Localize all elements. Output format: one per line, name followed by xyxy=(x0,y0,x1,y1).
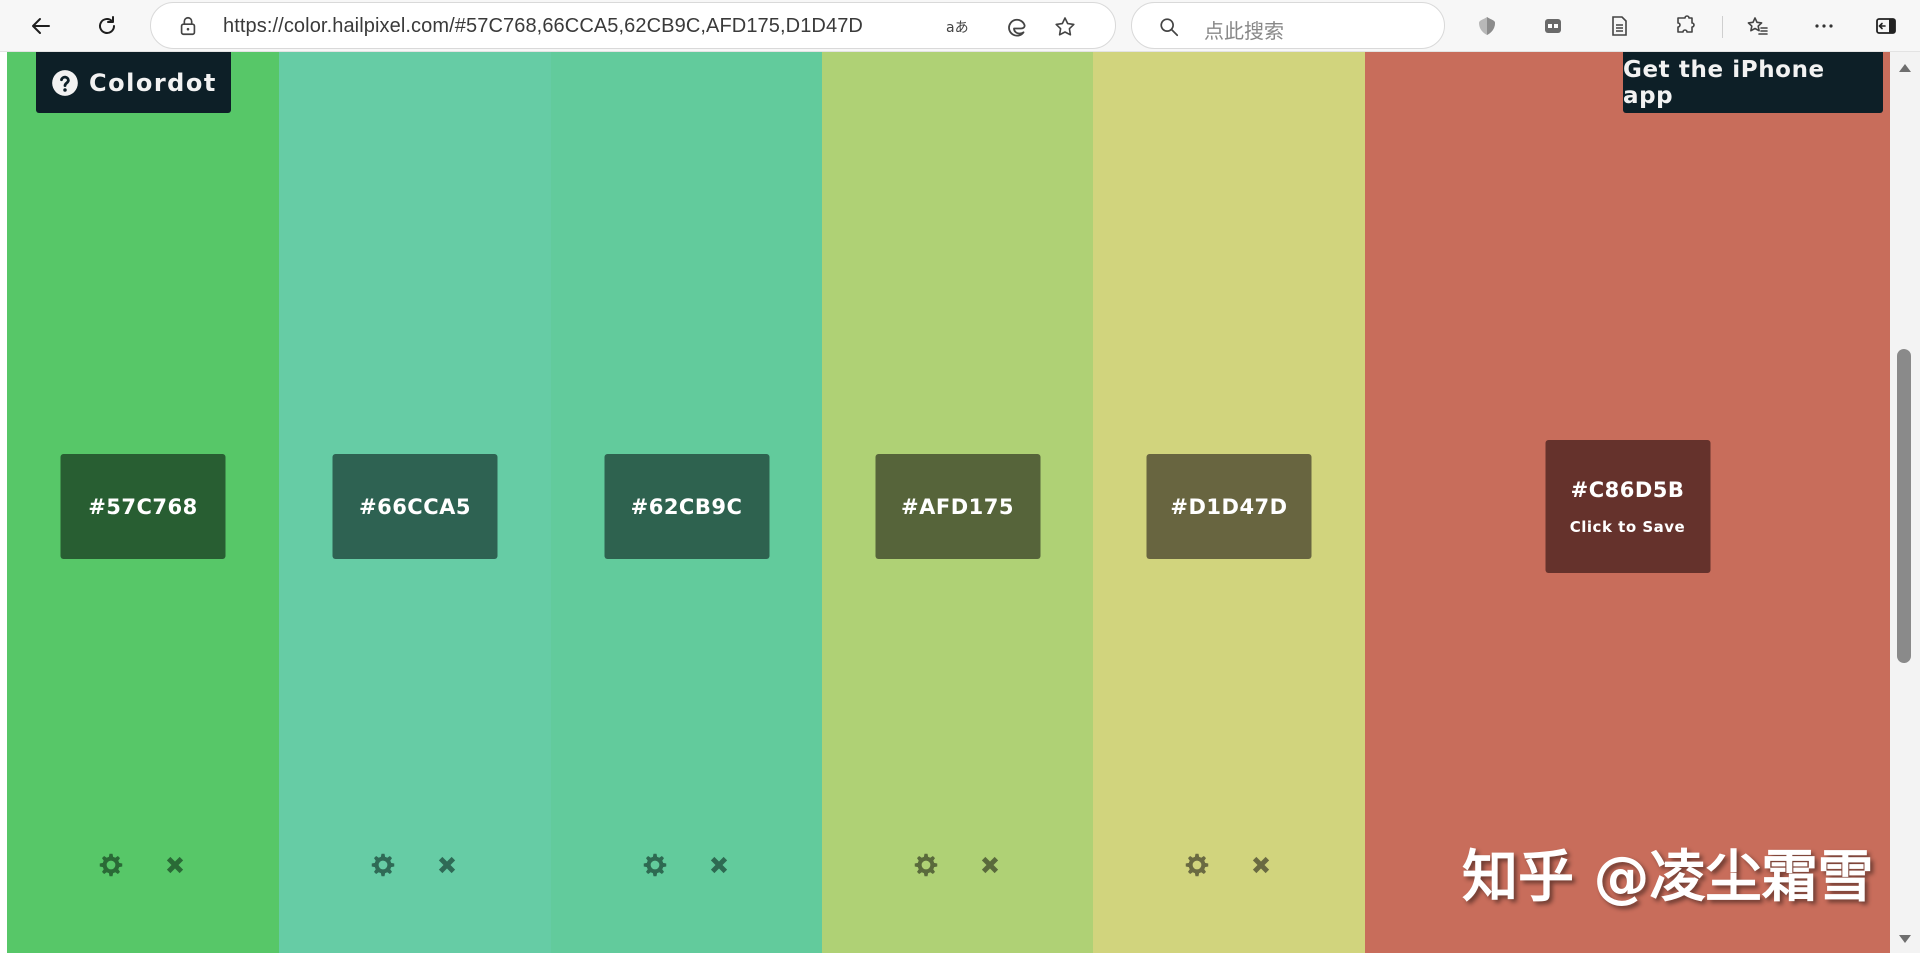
color-controls xyxy=(367,848,463,882)
color-controls xyxy=(95,848,191,882)
more-dots-icon xyxy=(1815,24,1833,28)
favorites-list-icon xyxy=(1747,17,1768,35)
document-extension-icon xyxy=(1612,16,1627,36)
app-name: Colordot xyxy=(89,68,217,97)
scrollbar-thumb[interactable] xyxy=(1897,349,1911,663)
color-column[interactable]: #AFD175 xyxy=(822,52,1093,953)
remove-button[interactable] xyxy=(703,849,735,881)
settings-button[interactable] xyxy=(95,849,127,881)
edge-icon xyxy=(1008,18,1026,37)
remove-button[interactable] xyxy=(1245,849,1277,881)
gear-icon xyxy=(1185,853,1209,877)
toolbar-divider xyxy=(1722,16,1723,38)
close-icon xyxy=(981,856,998,874)
color-column[interactable]: #66CCA5 xyxy=(279,52,551,953)
page-viewport: #57C768 #66CCA5 #62CB9C #AFD175 #D1D47D … xyxy=(0,52,1920,953)
iphone-app-label: Get the iPhone app xyxy=(1623,56,1825,109)
close-icon xyxy=(1252,856,1270,874)
back-arrow-icon xyxy=(32,18,50,34)
palette-strip: #57C768 #66CCA5 #62CB9C #AFD175 #D1D47D … xyxy=(7,52,1890,953)
settings-button[interactable] xyxy=(910,849,942,881)
settings-button[interactable] xyxy=(1181,849,1213,881)
watermark: 知乎 @凌尘霜雪 xyxy=(1462,845,1874,910)
favorite-star-button[interactable] xyxy=(1051,13,1079,41)
scroll-down-arrow-icon[interactable] xyxy=(1899,935,1911,943)
gear-icon xyxy=(371,853,395,877)
color-swatch[interactable]: #AFD175 xyxy=(875,454,1040,559)
back-button[interactable] xyxy=(23,8,59,44)
search-icon xyxy=(1160,18,1179,37)
extension-button-3[interactable] xyxy=(1601,8,1637,44)
click-to-save-label: Click to Save xyxy=(1569,517,1686,536)
remove-button[interactable] xyxy=(159,849,191,881)
color-swatch[interactable]: #D1D47D xyxy=(1146,454,1312,559)
close-icon xyxy=(166,856,184,874)
close-icon xyxy=(438,856,456,874)
color-swatch[interactable]: #66CCA5 xyxy=(332,454,498,559)
get-iphone-app-button[interactable]: Get the iPhone app xyxy=(1623,52,1883,113)
shield-extension-icon xyxy=(1479,17,1495,35)
edge-browser-button[interactable] xyxy=(1003,13,1031,41)
color-column[interactable]: #62CB9C xyxy=(551,52,822,953)
browser-toolbar: https://color.hailpixel.com/#57C768,66CC… xyxy=(0,0,1920,52)
settings-button[interactable] xyxy=(367,849,399,881)
settings-button[interactable] xyxy=(639,849,671,881)
search-box[interactable]: 点此搜索 xyxy=(1131,2,1445,49)
refresh-icon xyxy=(99,16,115,34)
hex-code-label: #D1D47D xyxy=(1170,494,1288,519)
sidebar-icon xyxy=(1876,18,1896,34)
hex-code-label: #AFD175 xyxy=(901,494,1014,519)
color-swatch[interactable]: #57C768 xyxy=(60,454,226,559)
vertical-scrollbar[interactable] xyxy=(1890,52,1920,953)
current-color-swatch[interactable]: #C86D5B Click to Save xyxy=(1545,440,1710,573)
gear-icon xyxy=(914,853,937,877)
colordot-logo-button[interactable]: Colordot xyxy=(36,52,231,113)
scroll-up-arrow-icon[interactable] xyxy=(1899,64,1911,72)
refresh-button[interactable] xyxy=(89,8,125,44)
lock-icon[interactable] xyxy=(177,15,199,37)
hex-code-label: #62CB9C xyxy=(630,494,743,519)
current-color-picker[interactable]: #C86D5B Click to Save xyxy=(1365,52,1890,953)
svg-text:aあ: aあ xyxy=(946,20,969,36)
gear-icon xyxy=(99,853,123,877)
search-placeholder: 点此搜索 xyxy=(1204,19,1284,43)
color-column[interactable]: #D1D47D xyxy=(1093,52,1365,953)
puzzle-icon xyxy=(1677,15,1695,33)
hex-code-label: #57C768 xyxy=(88,494,198,519)
color-controls xyxy=(1181,848,1277,882)
hex-code-label: #66CCA5 xyxy=(358,494,471,519)
url-text[interactable]: https://color.hailpixel.com/#57C768,66CC… xyxy=(223,15,863,38)
close-icon xyxy=(710,856,727,874)
color-swatch[interactable]: #62CB9C xyxy=(604,454,769,559)
extension-button-1[interactable] xyxy=(1469,8,1505,44)
sidebar-toggle-button[interactable] xyxy=(1868,8,1904,44)
address-bar[interactable]: https://color.hailpixel.com/#57C768,66CC… xyxy=(150,2,1116,49)
more-menu-button[interactable] xyxy=(1806,8,1842,44)
read-aloud-translate-button[interactable]: aあ xyxy=(943,13,971,41)
translate-icon: aあ xyxy=(946,20,969,36)
color-controls xyxy=(639,848,735,882)
current-hex-code-label: #C86D5B xyxy=(1570,477,1685,502)
help-question-icon xyxy=(52,69,78,96)
gear-icon xyxy=(643,853,666,877)
star-icon xyxy=(1055,17,1075,36)
remove-button[interactable] xyxy=(974,849,1006,881)
media-extension-icon xyxy=(1545,19,1561,33)
color-controls xyxy=(910,848,1006,882)
favorites-button[interactable] xyxy=(1740,8,1776,44)
extensions-button[interactable] xyxy=(1667,8,1703,44)
extension-button-2[interactable] xyxy=(1535,8,1571,44)
color-column[interactable]: #57C768 xyxy=(7,52,279,953)
remove-button[interactable] xyxy=(431,849,463,881)
